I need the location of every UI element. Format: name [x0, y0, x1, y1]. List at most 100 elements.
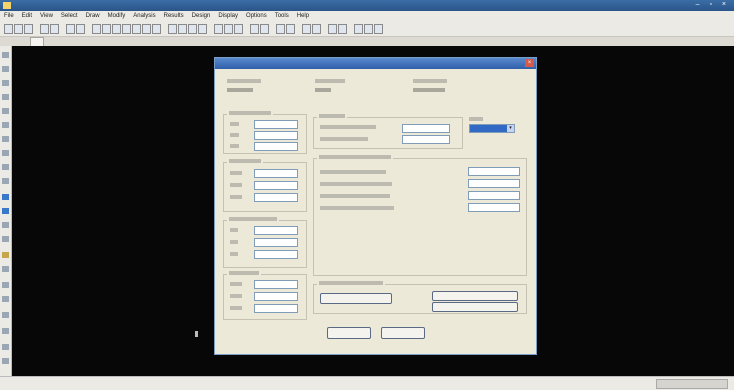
snap-perpendicular-icon[interactable] — [2, 358, 9, 364]
stiffness-u2-input[interactable] — [254, 131, 298, 140]
draw-node-icon[interactable] — [76, 24, 85, 34]
menu-display[interactable]: Display — [214, 11, 242, 21]
deformed-shape-icon[interactable] — [188, 24, 197, 34]
property-row-4-input[interactable] — [468, 203, 520, 212]
draw-area-icon[interactable] — [2, 94, 9, 100]
undo-icon[interactable] — [40, 24, 49, 34]
damping-r2-input[interactable] — [254, 181, 298, 190]
zoom-in-icon[interactable] — [102, 24, 111, 34]
grid-icon[interactable] — [260, 24, 269, 34]
units-selector[interactable] — [656, 379, 728, 389]
pan-icon[interactable] — [132, 24, 141, 34]
property-row-3-label — [320, 194, 390, 198]
view-3d-icon[interactable] — [152, 24, 161, 34]
close-icon[interactable]: × — [525, 59, 534, 67]
property-row-3-input[interactable] — [468, 191, 520, 200]
zoom-out-icon[interactable] — [112, 24, 121, 34]
mass-per-length-input[interactable] — [402, 124, 450, 133]
zoom-fit-icon[interactable] — [122, 24, 131, 34]
damping-r1-input[interactable] — [254, 169, 298, 178]
menu-draw[interactable]: Draw — [82, 11, 104, 21]
snap-icon[interactable] — [374, 24, 383, 34]
draw-cable-icon[interactable] — [2, 122, 9, 128]
draw-frame-icon[interactable] — [2, 80, 9, 86]
advanced-right-bottom-button[interactable] — [432, 302, 518, 312]
restraint-icon[interactable] — [250, 24, 259, 34]
menu-tools[interactable]: Tools — [271, 11, 293, 21]
assign-icon[interactable] — [2, 252, 9, 258]
chevron-down-icon[interactable]: ▾ — [507, 125, 514, 132]
rubberband-icon[interactable] — [2, 66, 9, 72]
offset-1-input[interactable] — [254, 280, 298, 289]
damping-r3-input[interactable] — [254, 193, 298, 202]
rotate-icon[interactable] — [142, 24, 151, 34]
design-icon[interactable] — [302, 24, 311, 34]
menu-results[interactable]: Results — [160, 11, 188, 21]
get-previous-selection-icon[interactable] — [2, 208, 9, 214]
menu-analysis[interactable]: Analysis — [129, 11, 159, 21]
redo-icon[interactable] — [50, 24, 59, 34]
property-row-1-input[interactable] — [468, 167, 520, 176]
menu-help[interactable]: Help — [293, 11, 313, 21]
advanced-left-button[interactable] — [320, 293, 392, 304]
modifier-1-input[interactable] — [254, 226, 298, 235]
draw-quad-icon[interactable] — [2, 108, 9, 114]
measure-icon[interactable] — [364, 24, 373, 34]
select-icon[interactable] — [92, 24, 101, 34]
draw-link-icon[interactable] — [2, 136, 9, 142]
snap-grid-icon[interactable] — [2, 312, 9, 318]
weight-per-length-input[interactable] — [402, 135, 450, 144]
menu-modify[interactable]: Modify — [104, 11, 130, 21]
snap-point-icon[interactable] — [2, 282, 9, 288]
draw-tendon-icon[interactable] — [2, 178, 9, 184]
modifier-3-input[interactable] — [254, 250, 298, 259]
joint-restraint-icon[interactable] — [2, 266, 9, 272]
draw-line-icon[interactable] — [66, 24, 75, 34]
app-titlebar: – ▫ × — [0, 0, 734, 11]
analyze-icon[interactable] — [168, 24, 177, 34]
menu-file[interactable]: File — [0, 11, 18, 21]
draw-special-icon[interactable] — [2, 150, 9, 156]
offset-2-input[interactable] — [254, 292, 298, 301]
refresh-icon[interactable] — [286, 24, 295, 34]
intersect-icon[interactable] — [2, 236, 9, 242]
snap-end-icon[interactable] — [2, 328, 9, 334]
ok-button[interactable] — [327, 327, 371, 339]
shell-icon[interactable] — [338, 24, 347, 34]
select-all-icon[interactable] — [2, 194, 9, 200]
modifier-2-input[interactable] — [254, 238, 298, 247]
snap-line-icon[interactable] — [2, 296, 9, 302]
frame-icon[interactable] — [328, 24, 337, 34]
material-icon[interactable] — [224, 24, 233, 34]
open-file-icon[interactable] — [14, 24, 23, 34]
menu-view[interactable]: View — [36, 11, 57, 21]
property-row-2-label — [320, 182, 392, 186]
snap-intersection-icon[interactable] — [2, 344, 9, 350]
results-icon[interactable] — [178, 24, 187, 34]
save-icon[interactable] — [24, 24, 33, 34]
units-select[interactable]: ▾ — [469, 124, 515, 133]
menu-select[interactable]: Select — [57, 11, 82, 21]
menu-options[interactable]: Options — [242, 11, 271, 21]
property-row-2-input[interactable] — [468, 179, 520, 188]
moment-diagram-icon[interactable] — [198, 24, 207, 34]
display-options-icon[interactable] — [276, 24, 285, 34]
offset-3-input[interactable] — [254, 304, 298, 313]
clear-selection-icon[interactable] — [2, 222, 9, 228]
section-icon[interactable] — [214, 24, 223, 34]
group-advanced — [313, 281, 527, 314]
window-controls[interactable]: – ▫ × — [696, 1, 730, 8]
stiffness-u3-input[interactable] — [254, 142, 298, 151]
menu-design[interactable]: Design — [188, 11, 215, 21]
menu-edit[interactable]: Edit — [18, 11, 36, 21]
load-icon[interactable] — [234, 24, 243, 34]
units-label — [469, 117, 483, 121]
check-icon[interactable] — [312, 24, 321, 34]
cancel-button[interactable] — [381, 327, 425, 339]
new-file-icon[interactable] — [4, 24, 13, 34]
advanced-right-top-button[interactable] — [432, 291, 518, 301]
draw-solid-icon[interactable] — [2, 164, 9, 170]
pointer-icon[interactable] — [2, 52, 9, 58]
text-icon[interactable] — [354, 24, 363, 34]
stiffness-u1-input[interactable] — [254, 120, 298, 129]
